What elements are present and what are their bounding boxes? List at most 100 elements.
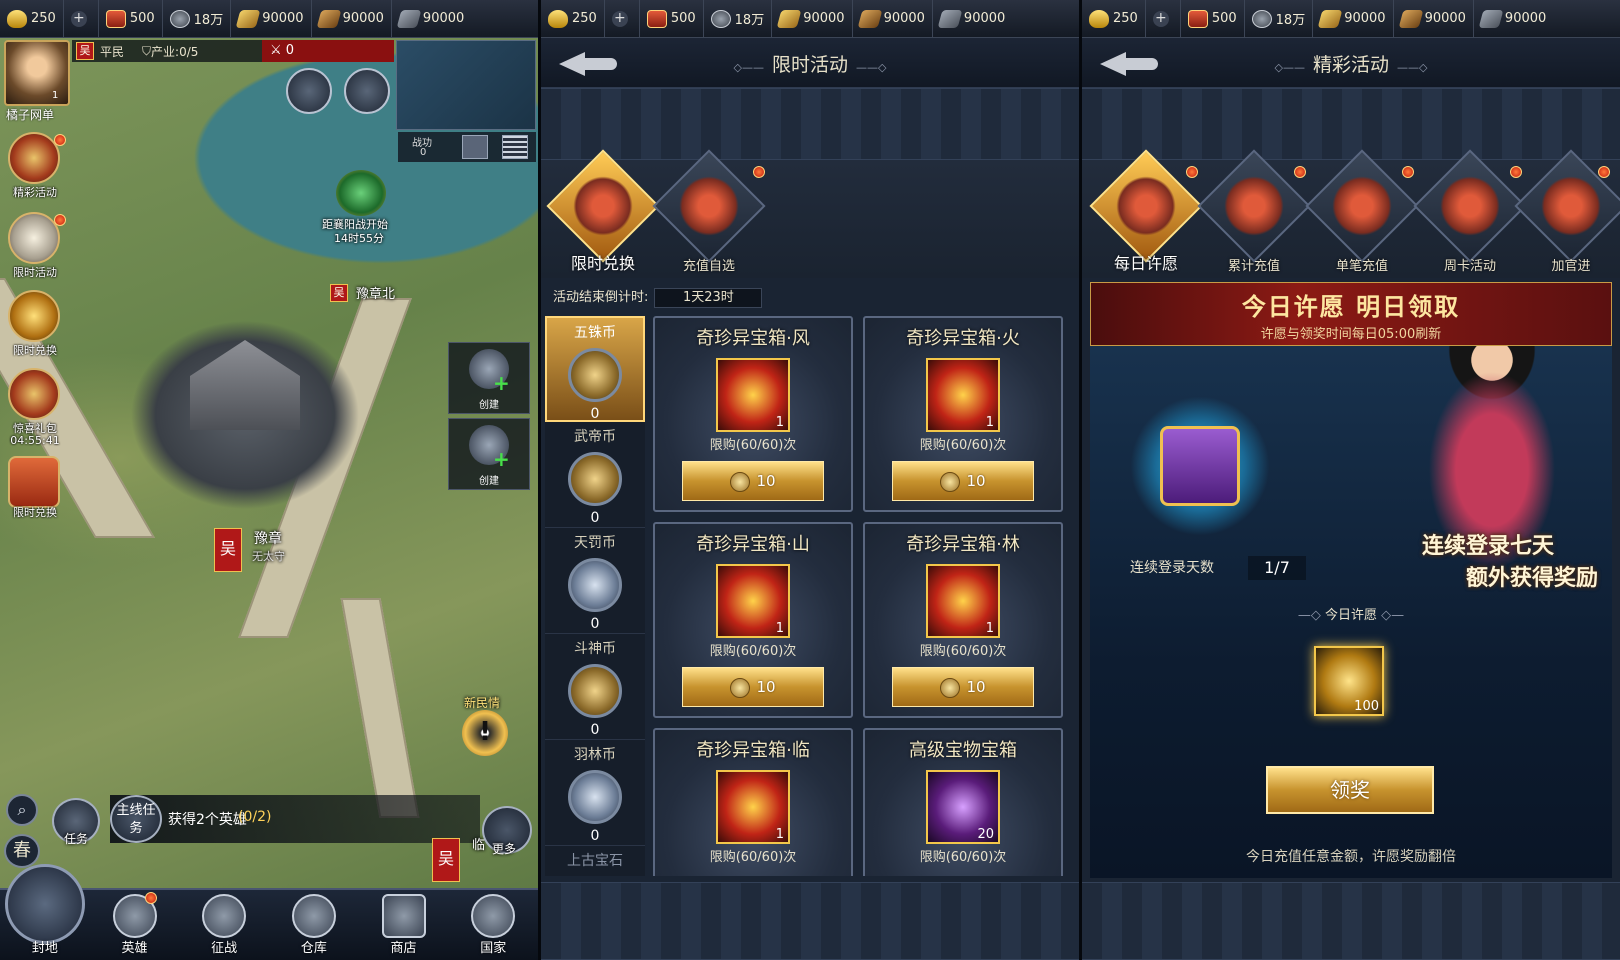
main-quest-button[interactable]: 主线任务 <box>110 795 162 843</box>
decor-band <box>541 88 1079 160</box>
capital-city[interactable] <box>130 320 360 510</box>
token-resource[interactable]: 500 <box>99 0 163 37</box>
gold-bars-icon <box>1197 149 1311 263</box>
gold-resource[interactable]: 250 <box>541 0 605 37</box>
coin-item[interactable]: 天罚币 0 <box>545 528 645 634</box>
resource-bar: 250 + 500 18万 90000 90000 90000 <box>0 0 538 38</box>
quest-progress: (0/2) <box>238 809 272 825</box>
exchange-card: 高级宝物宝箱 20 限购(60/60)次 <box>863 728 1063 876</box>
iron-resource[interactable]: 90000 <box>392 0 471 37</box>
coin-icon <box>730 471 751 492</box>
barracks-icon[interactable] <box>462 135 488 159</box>
battle-merit-panel[interactable]: 战功 0 <box>398 132 536 162</box>
grain-icon <box>235 9 261 28</box>
crossed-swords-icon <box>202 894 247 938</box>
add-gold-button[interactable]: + <box>1146 0 1181 37</box>
activity-tabs: 限时兑换 充值自选 <box>541 149 1079 278</box>
add-gold-button[interactable]: + <box>64 0 99 37</box>
exchange-card: 奇珍异宝箱·临 1 限购(60/60)次 <box>653 728 853 876</box>
list-icon[interactable] <box>502 135 528 159</box>
jade-seal-icon[interactable] <box>336 170 386 216</box>
search-icon[interactable]: ⌕ <box>6 794 38 826</box>
city-name[interactable]: 豫章 <box>254 528 282 548</box>
ingot-icon <box>7 9 27 28</box>
buy-button[interactable]: 10 <box>682 461 824 501</box>
silver-resource[interactable]: 18万 <box>1245 0 1314 37</box>
war-warning[interactable]: ⚔ 0 <box>262 40 394 62</box>
silver-coin-icon <box>1251 9 1272 28</box>
nav-nation[interactable]: 国家 <box>448 890 538 960</box>
side-label: 精彩活动 <box>13 186 57 199</box>
treasure-chest-icon[interactable]: 1 <box>716 770 790 844</box>
create-army-slot[interactable]: + 创建 <box>448 342 530 414</box>
wish-footnote: 今日充值任意金额，许愿奖励翻倍 <box>1246 849 1456 865</box>
coin-item[interactable]: 武帝币 0 <box>545 422 645 528</box>
nav-shop[interactable]: 商店 <box>359 890 449 960</box>
compass-bird-icon[interactable] <box>344 68 390 114</box>
exchange-grid[interactable]: 奇珍异宝箱·风 1 限购(60/60)次 10 奇珍异宝箱·火 1 限购(60/… <box>653 316 1073 876</box>
grain-resource[interactable]: 90000 <box>772 0 853 37</box>
banner-eagle-icon[interactable] <box>286 68 332 114</box>
buy-button[interactable]: 10 <box>892 461 1034 501</box>
nav-fief[interactable]: 封地 <box>0 864 90 960</box>
buy-button[interactable]: 10 <box>892 667 1034 707</box>
add-gold-button[interactable]: + <box>605 0 640 37</box>
plus-icon: + <box>1152 10 1169 27</box>
grain-resource[interactable]: 90000 <box>1313 0 1394 37</box>
tab-weekly-card[interactable]: 周卡活动 <box>1413 149 1527 278</box>
exchange-card: 奇珍异宝箱·山 1 限购(60/60)次 10 <box>653 522 853 718</box>
alert-icon[interactable]: ! <box>462 710 508 756</box>
nav-heroes[interactable]: 英雄 <box>90 890 180 960</box>
wood-resource[interactable]: 90000 <box>1394 0 1474 37</box>
notification-dot <box>753 166 765 178</box>
minimap[interactable] <box>396 40 536 130</box>
silver-coin-icon <box>710 9 731 28</box>
limited-activity-button[interactable] <box>8 212 60 264</box>
coin-icon <box>556 546 634 624</box>
slogan-line-1: 连续登录七天 <box>1421 534 1554 559</box>
coin-list[interactable]: 五铢币 0 武帝币 0 天罚币 0 斗神币 0 羽林币 0 上古宝石 <box>545 316 645 952</box>
wood-resource[interactable]: 90000 <box>853 0 933 37</box>
coin-item[interactable]: 五铢币 0 <box>545 316 645 422</box>
claim-button[interactable]: 领奖 <box>1266 766 1434 814</box>
main-quest-bar[interactable]: 主线任务 获得2个英雄 (0/2) <box>110 795 480 843</box>
limited-exchange-button[interactable] <box>8 290 60 342</box>
city-north-label[interactable]: 豫章北 <box>356 283 395 302</box>
player-avatar[interactable] <box>4 40 70 106</box>
treasure-chest-icon[interactable] <box>1130 396 1270 536</box>
nav-campaign[interactable]: 征战 <box>179 890 269 960</box>
iron-resource[interactable]: 90000 <box>933 0 1012 37</box>
limited-exchange-button-2[interactable] <box>8 456 60 508</box>
task-label: 任务 <box>64 832 89 846</box>
iron-resource[interactable]: 90000 <box>1474 0 1553 37</box>
coin-item[interactable]: 羽林币 0 <box>545 740 645 846</box>
create-army-slot[interactable]: + 创建 <box>448 418 530 490</box>
silver-resource[interactable]: 18万 <box>704 0 773 37</box>
tab-cumulative-recharge[interactable]: 累计充值 <box>1197 149 1311 278</box>
wood-resource[interactable]: 90000 <box>312 0 392 37</box>
silver-resource[interactable]: 18万 <box>163 0 232 37</box>
token-resource[interactable]: 500 <box>1181 0 1245 37</box>
side-label: 限时兑换 <box>13 506 57 519</box>
wonderful-activity-button[interactable] <box>8 132 60 184</box>
buy-button[interactable]: 10 <box>682 667 824 707</box>
tab-limited-exchange[interactable]: 限时兑换 <box>546 149 660 278</box>
gold-resource[interactable]: 250 <box>1082 0 1146 37</box>
treasure-chest-icon[interactable]: 20 <box>926 770 1000 844</box>
treasure-chest-icon[interactable]: 1 <box>716 564 790 638</box>
treasure-chest-icon[interactable]: 1 <box>716 358 790 432</box>
treasure-chest-icon[interactable]: 1 <box>926 358 1000 432</box>
token-resource[interactable]: 500 <box>640 0 704 37</box>
tab-recharge-choice[interactable]: 充值自选 <box>652 149 766 278</box>
banner-subtitle: 许愿与领奖时间每日05:00刷新 <box>1260 327 1442 342</box>
grain-resource[interactable]: 90000 <box>231 0 312 37</box>
surprise-gift-button[interactable] <box>8 368 60 420</box>
tab-single-recharge[interactable]: 单笔充值 <box>1305 149 1419 278</box>
coin-item[interactable]: 斗神币 0 <box>545 634 645 740</box>
tab-daily-wish[interactable]: 每日许愿 <box>1089 149 1203 278</box>
map-panel: 250 + 500 18万 90000 90000 90000 1 橘子网单 吴… <box>0 0 538 960</box>
gold-ingot-reward-icon[interactable]: 100 <box>1314 646 1384 716</box>
gold-resource[interactable]: 250 <box>0 0 64 37</box>
nav-warehouse[interactable]: 仓库 <box>269 890 359 960</box>
treasure-chest-icon[interactable]: 1 <box>926 564 1000 638</box>
